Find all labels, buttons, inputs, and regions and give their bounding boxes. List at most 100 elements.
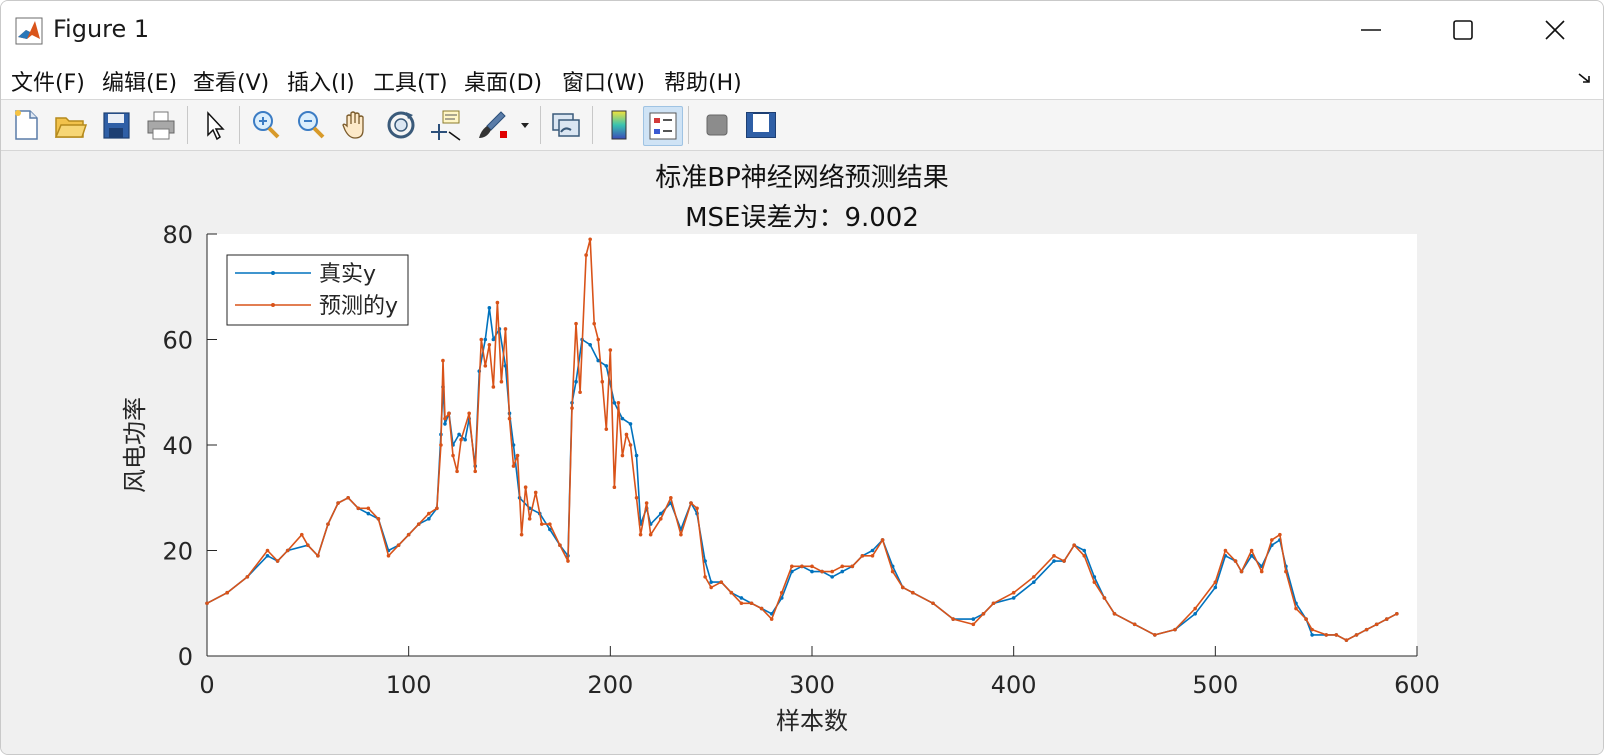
zoom-out-button[interactable] <box>292 106 330 144</box>
data-point <box>1213 585 1218 590</box>
data-point <box>1011 590 1016 595</box>
toolbar-separator <box>239 106 240 144</box>
data-point <box>709 580 713 584</box>
data-point <box>205 601 209 606</box>
data-point <box>316 553 320 558</box>
data-point <box>1249 548 1254 553</box>
data-point <box>511 464 516 468</box>
data-point <box>285 548 290 553</box>
data-point <box>890 569 895 574</box>
legend-button[interactable] <box>643 106 683 146</box>
rotate-3d-icon <box>387 111 415 139</box>
data-point <box>810 569 814 574</box>
data-point <box>451 453 455 458</box>
select-arrow-button[interactable] <box>196 106 234 144</box>
show-plot-tools-button[interactable] <box>742 106 780 144</box>
data-point <box>850 564 855 569</box>
hide-plot-tools-button[interactable] <box>698 106 736 144</box>
data-point <box>870 553 875 558</box>
menu-view[interactable]: 查看(V) <box>193 65 269 97</box>
data-point <box>830 569 834 574</box>
data-point <box>578 390 582 395</box>
menu-file[interactable]: 文件(F) <box>11 65 85 97</box>
link-plot-button[interactable] <box>547 106 585 144</box>
data-cursor-button[interactable] <box>427 106 465 144</box>
open-file-button[interactable] <box>51 106 89 144</box>
data-point <box>620 416 625 421</box>
data-point <box>769 617 774 621</box>
data-point <box>1153 633 1157 637</box>
data-point <box>624 432 629 437</box>
hide-plot-tools-icon <box>706 114 728 136</box>
data-point <box>435 506 439 511</box>
data-point <box>1011 596 1016 600</box>
colorbar-button[interactable] <box>600 106 638 144</box>
window-title: Figure 1 <box>53 15 150 43</box>
data-point <box>366 506 371 511</box>
brush-button[interactable] <box>473 106 511 144</box>
line-chart[interactable]: 0 100 200 300 400 500 600 0 20 40 60 80 样本数 风电功率 真实y 预… <box>1 151 1603 754</box>
data-point <box>689 501 693 505</box>
data-point <box>499 379 504 384</box>
data-point <box>709 585 713 590</box>
zoom-in-button[interactable] <box>247 106 285 144</box>
data-point <box>1052 553 1056 558</box>
data-point <box>1032 575 1036 579</box>
menu-window[interactable]: 窗口(W) <box>562 65 645 97</box>
toolbar-separator <box>187 106 188 144</box>
dock-arrow-icon[interactable] <box>1577 71 1593 87</box>
brush-dropdown-button[interactable] <box>515 106 535 144</box>
data-point <box>810 564 814 569</box>
save-button[interactable] <box>97 106 135 144</box>
title-bar[interactable]: Figure 1 <box>1 1 1603 59</box>
data-point <box>584 253 588 257</box>
data-point <box>612 401 617 405</box>
data-point <box>638 532 643 537</box>
data-point <box>658 517 663 521</box>
data-point <box>1374 622 1379 627</box>
close-button[interactable] <box>1509 1 1601 59</box>
menu-desktop[interactable]: 桌面(D) <box>464 65 542 97</box>
data-point <box>759 606 764 611</box>
data-point <box>628 443 633 447</box>
data-point <box>779 590 784 595</box>
data-point <box>396 543 401 548</box>
rotate-3d-button[interactable] <box>382 106 420 144</box>
figure-window: Figure 1 文件(F) 编辑(E) 查看(V) 插入(I) 工具(T) 桌… <box>0 0 1604 755</box>
legend-group: 真实y 预测的y <box>226 254 409 326</box>
data-point <box>1193 612 1197 616</box>
legend-marker <box>271 303 275 307</box>
print-button[interactable] <box>142 106 180 144</box>
data-point <box>830 575 834 579</box>
maximize-button[interactable] <box>1417 1 1509 59</box>
data-point <box>487 342 492 347</box>
minimize-button[interactable] <box>1325 1 1417 59</box>
data-point <box>427 511 431 516</box>
data-point <box>1102 596 1107 600</box>
data-point <box>1384 617 1389 621</box>
toolbar-separator <box>592 106 593 144</box>
new-figure-button[interactable] <box>7 106 45 144</box>
data-point <box>1239 569 1244 574</box>
menu-edit[interactable]: 编辑(E) <box>102 65 177 97</box>
data-point <box>1072 543 1076 548</box>
data-point <box>719 580 724 584</box>
data-point <box>1344 638 1349 642</box>
data-point <box>1173 627 1177 632</box>
menu-insert[interactable]: 插入(I) <box>287 65 355 97</box>
data-point <box>1259 569 1264 574</box>
data-point <box>648 532 653 537</box>
x-tick-label: 300 <box>789 671 835 699</box>
pan-hand-button[interactable] <box>337 106 375 144</box>
menu-tools[interactable]: 工具(T) <box>373 65 448 97</box>
data-point <box>416 522 421 526</box>
data-point <box>245 575 250 579</box>
data-point <box>406 532 411 537</box>
data-point <box>495 300 500 305</box>
data-point <box>1082 548 1087 553</box>
data-point <box>1310 627 1314 632</box>
menu-help[interactable]: 帮助(H) <box>664 65 742 97</box>
data-point <box>1213 580 1218 584</box>
data-point <box>455 469 459 474</box>
data-point <box>911 590 915 595</box>
